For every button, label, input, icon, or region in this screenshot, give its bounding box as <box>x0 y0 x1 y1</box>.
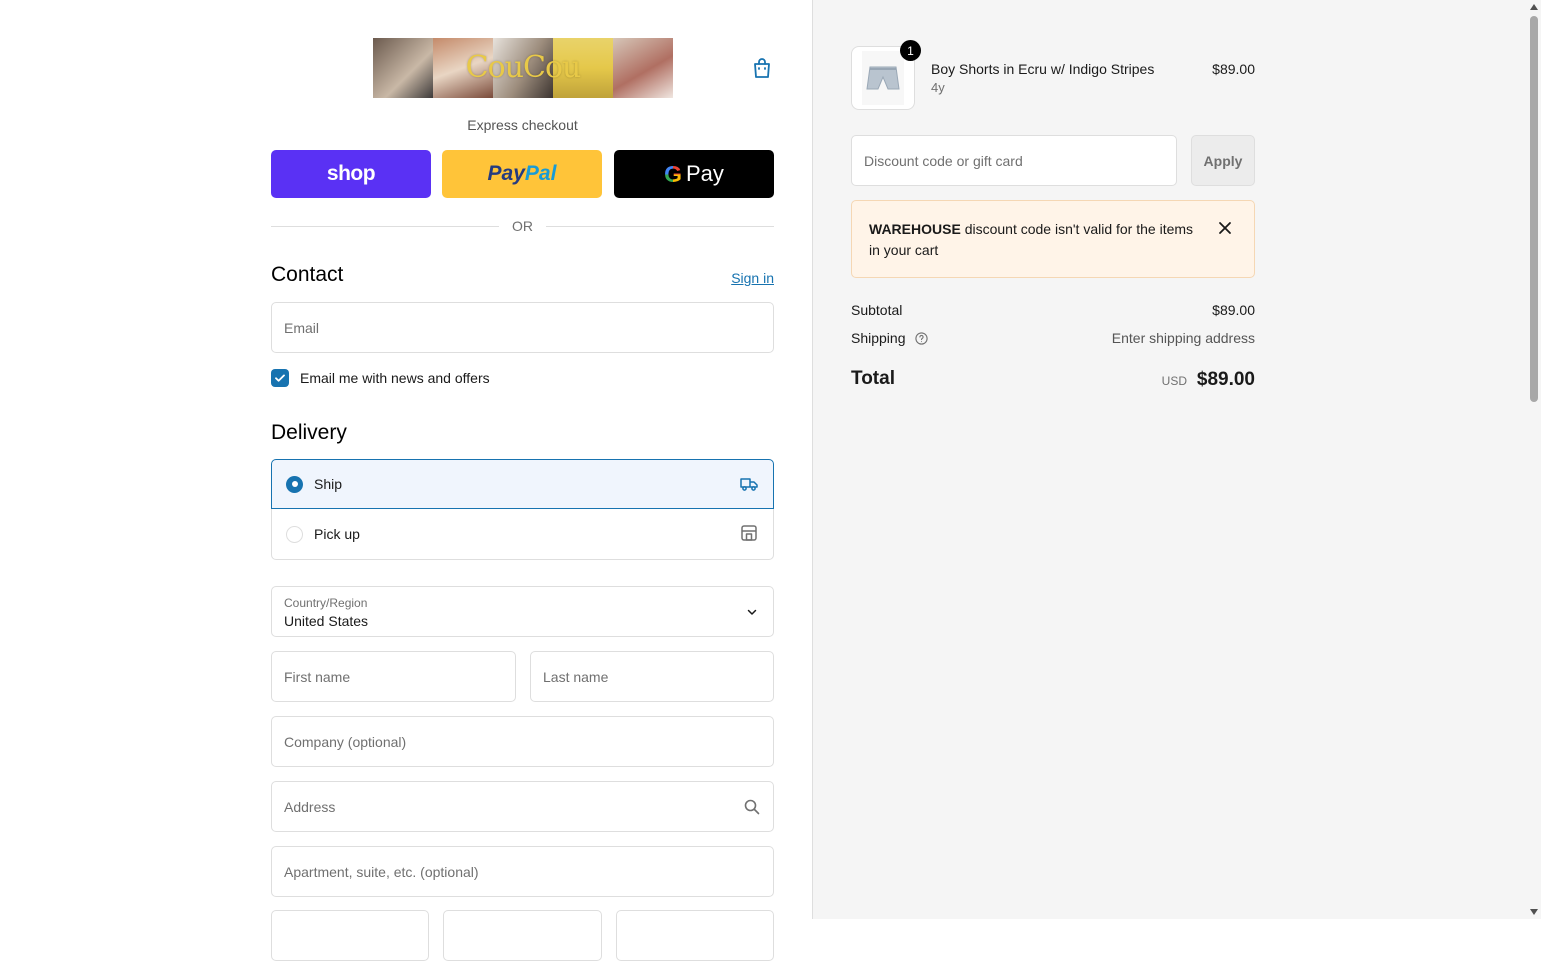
google-g-icon: G <box>664 160 682 187</box>
close-icon[interactable] <box>1216 219 1234 237</box>
logo-text: CouCou <box>465 50 582 85</box>
state-field[interactable] <box>443 910 602 961</box>
delivery-method-group: Ship Pick up <box>271 459 774 560</box>
apartment-input[interactable] <box>272 847 773 896</box>
page-scrollbar[interactable] <box>1527 0 1541 919</box>
quantity-badge: 1 <box>900 40 921 61</box>
country-label: Country/Region <box>284 596 368 610</box>
pickup-radio[interactable] <box>286 525 303 543</box>
product-price: $89.00 <box>1212 61 1255 77</box>
newsletter-label: Email me with news and offers <box>300 370 490 386</box>
help-circle-icon[interactable] <box>915 332 929 345</box>
apply-discount-button[interactable]: Apply <box>1191 135 1255 186</box>
company-field[interactable] <box>271 716 774 767</box>
product-thumbnail: 1 <box>851 40 921 110</box>
store-logo[interactable]: CouCou <box>373 38 673 98</box>
discount-code: WAREHOUSE <box>869 221 961 237</box>
newsletter-option[interactable]: Email me with news and offers <box>271 368 490 388</box>
address-field[interactable] <box>271 781 774 832</box>
scroll-up-arrow-icon[interactable] <box>1530 4 1538 10</box>
delivery-option-pickup[interactable]: Pick up <box>271 509 774 560</box>
subtotal-label: Subtotal <box>851 302 903 318</box>
google-pay-button[interactable]: G Pay <box>614 150 774 198</box>
paypal-label-part2: Pal <box>524 162 557 185</box>
truck-icon <box>740 478 758 491</box>
company-input[interactable] <box>272 717 773 766</box>
last-name-field[interactable] <box>530 651 774 702</box>
shopping-bag-icon[interactable] <box>750 56 774 80</box>
first-name-input[interactable] <box>272 652 515 701</box>
store-icon <box>741 525 757 541</box>
discount-error-message: WAREHOUSE discount code isn't valid for … <box>869 219 1199 261</box>
discount-input[interactable] <box>852 136 1176 185</box>
delivery-heading: Delivery <box>271 421 347 444</box>
country-select[interactable]: Country/Region United States <box>271 586 774 637</box>
address-input[interactable] <box>272 782 773 831</box>
chevron-down-icon <box>747 609 757 615</box>
check-icon <box>275 374 285 382</box>
city-field[interactable] <box>271 910 429 961</box>
sign-in-link[interactable]: Sign in <box>700 270 774 286</box>
scrollbar-thumb[interactable] <box>1530 16 1538 402</box>
subtotal-value: $89.00 <box>1212 302 1255 318</box>
or-divider: OR <box>271 216 774 236</box>
express-checkout-label: Express checkout <box>467 117 578 133</box>
discount-error-banner: WAREHOUSE discount code isn't valid for … <box>851 200 1255 278</box>
subtotal-row: Subtotal $89.00 <box>851 302 1255 318</box>
divider-line <box>546 226 774 227</box>
email-field[interactable] <box>271 302 774 353</box>
last-name-input[interactable] <box>531 652 773 701</box>
contact-heading: Contact <box>271 263 344 286</box>
shipping-label: Shipping <box>851 330 906 346</box>
shop-pay-label: shop <box>326 162 376 185</box>
shipping-value: Enter shipping address <box>1111 330 1255 346</box>
shop-pay-button[interactable]: shop <box>271 150 431 198</box>
ship-label: Ship <box>314 476 343 492</box>
currency-code: USD <box>1161 374 1187 388</box>
first-name-field[interactable] <box>271 651 516 702</box>
ship-radio[interactable] <box>286 475 303 493</box>
zip-field[interactable] <box>616 910 774 961</box>
country-value: United States <box>284 613 369 629</box>
pickup-label: Pick up <box>314 526 360 542</box>
search-icon <box>744 799 760 815</box>
apartment-field[interactable] <box>271 846 774 897</box>
delivery-option-ship[interactable]: Ship <box>271 459 774 509</box>
email-input[interactable] <box>272 303 773 352</box>
total-value: $89.00 <box>1196 369 1255 390</box>
google-pay-label: Pay <box>685 161 724 186</box>
checkout-main: CouCou Express checkout shop Pay Pal G Pay… <box>0 0 812 961</box>
product-variant: 4y <box>931 80 945 95</box>
product-name: Boy Shorts in Ecru w/ Indigo Stripes <box>931 61 1155 77</box>
scroll-down-arrow-icon[interactable] <box>1530 909 1538 915</box>
total-row: Total USD $89.00 <box>851 368 1255 394</box>
paypal-button[interactable]: Pay Pal <box>442 150 602 198</box>
shipping-row: Shipping Enter shipping address <box>851 330 1255 346</box>
discount-field[interactable] <box>851 135 1177 186</box>
paypal-label-part1: Pay <box>487 162 525 185</box>
newsletter-checkbox[interactable] <box>271 369 289 387</box>
total-label: Total <box>851 368 895 389</box>
